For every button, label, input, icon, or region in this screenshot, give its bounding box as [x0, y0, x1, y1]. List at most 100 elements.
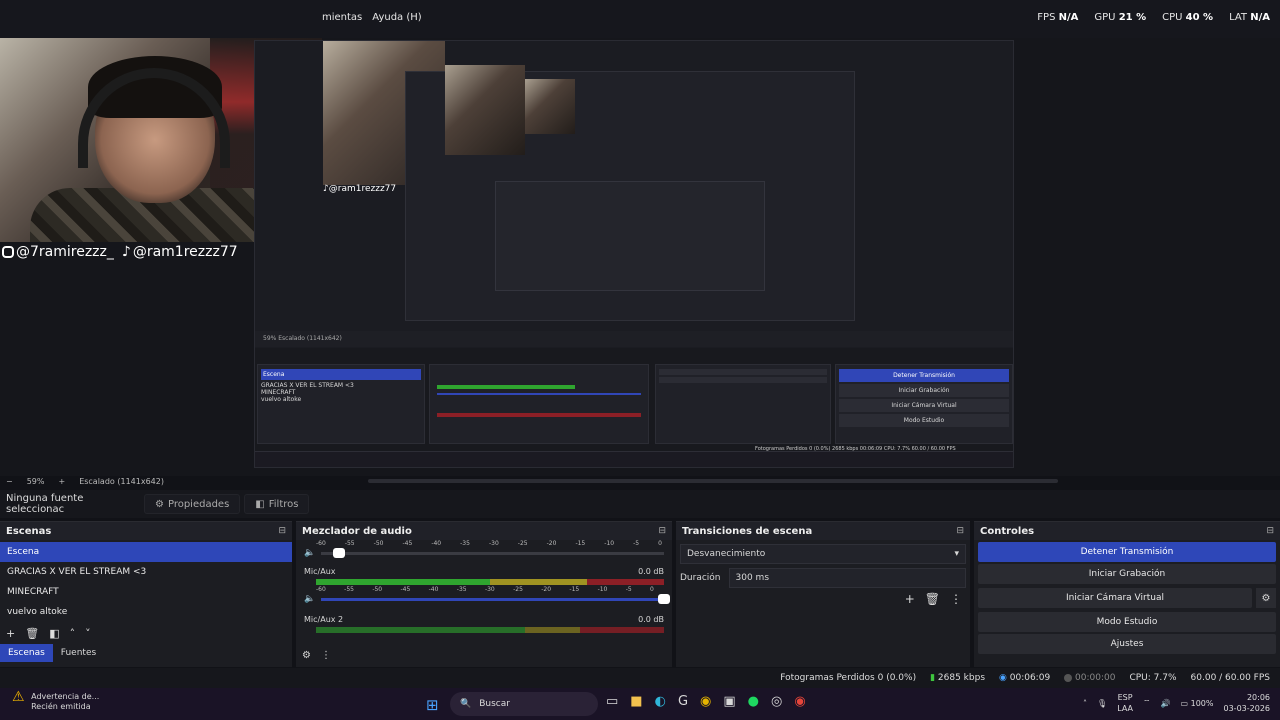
chevron-up-icon[interactable]: ˄	[70, 627, 76, 640]
controls-dock: Controles ⊟ Detener Transmisión Iniciar G…	[974, 521, 1280, 667]
mixer-dock-title: Mezclador de audio ⊟	[296, 522, 672, 540]
more-icon[interactable]: ⋮	[950, 592, 962, 606]
nested-webcam-level3	[525, 79, 575, 134]
undock-icon[interactable]: ⊟	[278, 526, 286, 536]
speaker-icon[interactable]: 🔈	[304, 594, 315, 604]
start-recording-button[interactable]: Iniciar Grabación	[978, 564, 1276, 584]
menu-help[interactable]: Ayuda (H)	[372, 12, 421, 23]
trash-icon[interactable]: 🗑	[925, 592, 940, 606]
nested-control-button: Detener Transmisión	[839, 369, 1009, 382]
epic-games-icon[interactable]: ▣	[723, 694, 735, 709]
undock-icon[interactable]: ⊟	[658, 526, 666, 536]
cpu-usage: CPU: 7.7%	[1129, 673, 1177, 683]
volume-slider[interactable]	[321, 547, 664, 558]
tab-sources[interactable]: Fuentes	[53, 644, 104, 662]
performance-stats: FPS N/A GPU 21 % CPU 40 % LAT N/A	[1037, 12, 1270, 23]
spotify-icon[interactable]: ●	[748, 694, 759, 709]
chrome-icon[interactable]: ◉	[700, 694, 711, 709]
settings-button[interactable]: Ajustes	[978, 634, 1276, 654]
transition-select[interactable]: Desvanecimiento ▾	[680, 544, 966, 564]
mixer-tools: ⚙ ⋮	[302, 650, 331, 661]
signal-icon: ▮	[930, 673, 936, 683]
taskbar-search[interactable]: 🔍 Buscar	[450, 692, 598, 716]
scenes-dock: Escenas ⊟ Escena GRACIAS X VER EL STREAM …	[0, 521, 292, 667]
microphone-icon[interactable]: 🎙	[1097, 699, 1107, 708]
speaker-icon[interactable]: 🔈	[304, 548, 315, 558]
notification-toast[interactable]: ⚠ Advertencia de... Recién emitida	[12, 689, 99, 712]
edge-icon[interactable]: ◐	[655, 694, 666, 709]
nested-duration	[659, 377, 827, 383]
stat-lat: LAT N/A	[1229, 12, 1270, 23]
social-handles: @7ramirezzz_ ♪ @ram1rezzz77	[2, 244, 238, 260]
chevron-down-icon[interactable]: ˅	[85, 627, 91, 640]
more-icon[interactable]: ⋮	[321, 650, 331, 661]
add-icon[interactable]: +	[6, 627, 15, 640]
menu-tools[interactable]: mientas	[322, 12, 362, 23]
preview-canvas[interactable]: @7ramirezzz_ ♪ @ram1rezzz77 ♪@ram1rezzz77…	[0, 38, 1280, 476]
stop-streaming-button[interactable]: Detener Transmisión	[978, 542, 1276, 562]
zoom-level: 59%	[26, 476, 45, 486]
task-view-icon[interactable]: ▭	[606, 694, 618, 709]
channel-db: 0.0 dB	[638, 567, 664, 576]
language-indicator[interactable]: ESP LAA	[1117, 692, 1133, 714]
add-icon[interactable]: +	[905, 592, 915, 606]
zoom-out-button[interactable]: −	[6, 477, 13, 486]
mixer-channel-mic2: Mic/Aux 2 0.0 dB	[304, 613, 664, 633]
search-icon: 🔍	[460, 699, 472, 709]
nested-mixer	[429, 364, 649, 444]
filters-button[interactable]: ◧ Filtros	[244, 494, 310, 514]
nested-control-button: Modo Estudio	[839, 414, 1009, 427]
undock-icon[interactable]: ⊟	[956, 526, 964, 536]
studio-mode-button[interactable]: Modo Estudio	[978, 612, 1276, 632]
duration-input[interactable]: 300 ms	[728, 568, 966, 588]
channel-name: Mic/Aux	[304, 567, 336, 576]
gear-icon[interactable]: ⚙	[302, 650, 311, 661]
chrome-active-icon[interactable]: ◉	[794, 694, 805, 709]
filter-icon: ◧	[255, 498, 265, 510]
battery-indicator[interactable]: ▭ 100%	[1181, 699, 1214, 708]
menu-bar: mientas Ayuda (H) FPS N/A GPU 21 % CPU 4…	[0, 0, 1280, 38]
windows-start-icon[interactable]: ⊞	[426, 696, 439, 714]
properties-button[interactable]: ⚙ Propiedades	[144, 494, 241, 514]
scene-list: Escena GRACIAS X VER EL STREAM <3 MINECR…	[0, 542, 292, 622]
volume-slider[interactable]	[321, 593, 670, 604]
notification-subtitle: Recién emitida	[31, 702, 91, 711]
wifi-icon[interactable]: ⌔	[1143, 698, 1151, 708]
nested-scene-item: Escena	[261, 369, 421, 380]
stat-cpu: CPU 40 %	[1162, 12, 1214, 23]
gear-icon[interactable]: ⚙	[1256, 588, 1276, 608]
nested-preview-level3	[495, 181, 765, 291]
nested-scene-item: vuelvo altoke	[261, 396, 302, 403]
file-explorer-icon[interactable]: ■	[630, 694, 642, 709]
stat-gpu: GPU 21 %	[1094, 12, 1147, 23]
scene-item[interactable]: Escena	[0, 542, 292, 562]
nested-transitions	[655, 364, 831, 444]
preview-scrollbar[interactable]	[368, 479, 1058, 483]
no-source-label: Ninguna fuente seleccionac	[6, 493, 84, 515]
volume-icon[interactable]: 🔊	[1161, 699, 1171, 708]
filter-icon[interactable]: ◧	[49, 627, 59, 640]
zoom-in-button[interactable]: +	[58, 477, 65, 486]
chevron-up-icon[interactable]: ˄	[1083, 699, 1087, 708]
scene-item[interactable]: GRACIAS X VER EL STREAM <3	[0, 562, 292, 582]
undock-icon[interactable]: ⊟	[1266, 526, 1274, 536]
trash-icon[interactable]: 🗑	[25, 627, 39, 640]
scene-item[interactable]: vuelvo altoke	[0, 602, 292, 622]
system-tray: ˄ 🎙 ESP LAA ⌔ 🔊 ▭ 100% 20:06 03-03-2026	[1083, 692, 1270, 714]
audio-mixer-dock: Mezclador de audio ⊟ -60 -55 -50 -45 -40 -35 -3…	[296, 521, 672, 667]
nested-control-button: Iniciar Grabación	[839, 384, 1009, 397]
virtual-cam-row: Iniciar Cámara Virtual ⚙	[974, 586, 1280, 610]
app-icon[interactable]: G	[678, 694, 688, 709]
level-meter	[316, 627, 664, 633]
warning-icon: ⚠	[12, 689, 25, 705]
mixer-channel-mic: Mic/Aux 0.0 dB -60 -55 -50 -45 -40 -35 -30 -25 -2…	[304, 565, 670, 605]
nested-taskbar	[255, 451, 1013, 467]
duration-row: Duración 300 ms	[680, 568, 966, 588]
transitions-dock: Transiciones de escena ⊟ Desvanecimiento ▾…	[676, 521, 970, 667]
scene-item[interactable]: MINECRAFT	[0, 582, 292, 602]
obs-icon[interactable]: ◎	[771, 694, 782, 709]
clock[interactable]: 20:06 03-03-2026	[1224, 692, 1271, 714]
tab-scenes[interactable]: Escenas	[0, 644, 53, 662]
search-placeholder: Buscar	[479, 699, 510, 709]
start-virtual-camera-button[interactable]: Iniciar Cámara Virtual	[978, 588, 1252, 608]
